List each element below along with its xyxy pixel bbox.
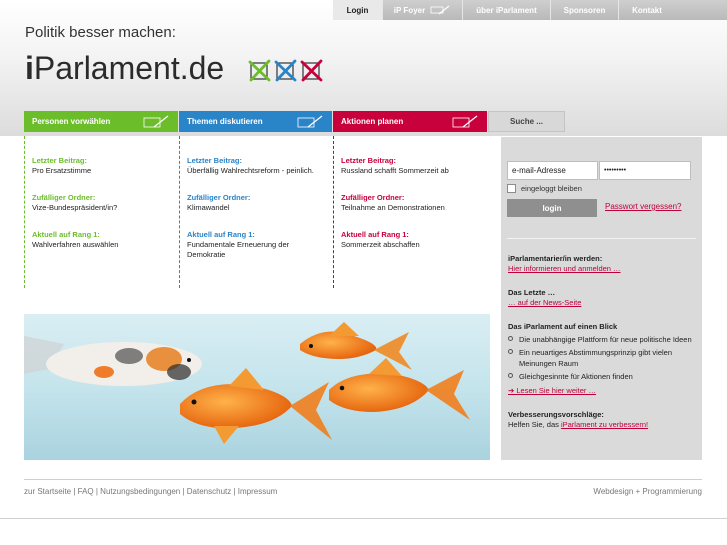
column-heading: Aktuell auf Rang 1:	[32, 230, 100, 240]
top-rank-link[interactable]: Wahlverfahren auswählen	[32, 240, 178, 250]
header: Login iP Foyer über iParlament Sponsoren…	[0, 0, 727, 136]
top-rank-link[interactable]: Fundamentale Erneuerung der Demokratie	[187, 240, 307, 260]
register-link[interactable]: Hier informieren und anmelden …	[508, 264, 621, 273]
password-field[interactable]: •••••••••	[599, 161, 691, 180]
tab-themen-diskutieren[interactable]: Themen diskutieren	[179, 111, 332, 132]
footer-divider	[24, 479, 702, 480]
top-rank-link[interactable]: Sommerzeit abschaffen	[341, 240, 487, 250]
pencil-icon	[452, 115, 478, 128]
random-folder-link[interactable]: Vize-Bundespräsident/in?	[32, 203, 178, 213]
nav-ip-foyer[interactable]: iP Foyer	[383, 0, 463, 20]
nav-sponsoren[interactable]: Sponsoren	[551, 0, 619, 20]
remember-label: eingeloggt bleiben	[521, 184, 582, 193]
page-bottom-border	[0, 518, 727, 519]
ballot-crosses-logo	[248, 58, 324, 82]
forgot-password-link[interactable]: Passwort vergessen?	[605, 202, 681, 211]
green-cross-icon	[248, 59, 271, 82]
footer-links[interactable]: zur Startseite | FAQ | Nutzungsbedingung…	[24, 487, 277, 496]
column-heading: Zufälliger Ordner:	[341, 193, 405, 203]
overview-heading: Das iParlament auf einen Blick	[508, 322, 618, 331]
tab-search[interactable]: Suche ...	[488, 111, 565, 132]
bullet-item: Die unabhängige Plattform für neue polit…	[508, 335, 698, 346]
column-heading: Zufälliger Ordner:	[32, 193, 96, 203]
email-field[interactable]: e-mail-Adresse	[507, 161, 598, 180]
column-heading: Zufälliger Ordner:	[187, 193, 251, 203]
footer-credit[interactable]: Webdesign + Programmierung	[593, 487, 702, 496]
random-folder-link[interactable]: Klimawandel	[187, 203, 333, 213]
improve-text: Helfen Sie, das iParlament zu verbessern…	[508, 420, 649, 429]
nav-kontakt[interactable]: Kontakt	[619, 0, 675, 20]
divider	[507, 238, 696, 239]
bullet-item: Gleichgesinnte für Aktionen finden	[508, 372, 698, 383]
site-logo[interactable]: iParlament.de	[25, 50, 224, 87]
tab-personen-vorwaehlen[interactable]: Personen vorwählen	[24, 111, 178, 132]
latest-post-link[interactable]: Überfällig Wahlrechtsreform - peinlich.	[187, 166, 333, 176]
tab-aktionen-planen[interactable]: Aktionen planen	[333, 111, 487, 132]
latest-heading: Das Letzte …	[508, 288, 556, 297]
goldfish-image	[24, 314, 490, 460]
improve-heading: Verbesserungsvorschläge:	[508, 410, 604, 419]
column-themen: Letzter Beitrag: Überfällig Wahlrechtsre…	[179, 136, 333, 288]
login-button[interactable]: login	[507, 199, 597, 217]
blue-cross-icon	[274, 59, 297, 82]
top-navigation: Login iP Foyer über iParlament Sponsoren…	[333, 0, 727, 20]
register-heading: iParlamentarier/in werden:	[508, 254, 603, 263]
news-link[interactable]: … auf der News-Seite	[508, 298, 581, 307]
column-heading: Letzter Beitrag:	[341, 156, 397, 165]
latest-post-link[interactable]: Russland schafft Sommerzeit ab	[341, 166, 487, 176]
column-heading: Aktuell auf Rang 1:	[341, 230, 409, 240]
column-heading: Aktuell auf Rang 1:	[187, 230, 255, 240]
random-folder-link[interactable]: Teilnahme an Demonstrationen	[341, 203, 487, 213]
nav-ueber-iparlament[interactable]: über iParlament	[463, 0, 551, 20]
remember-checkbox[interactable]	[507, 184, 516, 193]
pencil-icon	[143, 115, 169, 128]
read-more-link[interactable]: ➔ Lesen Sie hier weiter …	[508, 386, 596, 395]
column-personen: Letzter Beitrag: Pro Ersatzstimme Zufäll…	[24, 136, 178, 288]
red-cross-icon	[300, 59, 323, 82]
slogan: Politik besser machen:	[25, 24, 176, 41]
latest-post-link[interactable]: Pro Ersatzstimme	[32, 166, 178, 176]
column-heading: Letzter Beitrag:	[187, 156, 243, 165]
column-aktionen: Letzter Beitrag: Russland schafft Sommer…	[333, 136, 487, 288]
improve-link[interactable]: iParlament zu verbessern!	[561, 420, 648, 429]
pencil-icon	[297, 115, 323, 128]
column-heading: Letzter Beitrag:	[32, 156, 88, 165]
pencil-icon	[430, 5, 450, 15]
nav-login[interactable]: Login	[333, 0, 383, 20]
bullet-item: Ein neuartiges Abstimmungsprinzip gibt v…	[508, 348, 698, 369]
